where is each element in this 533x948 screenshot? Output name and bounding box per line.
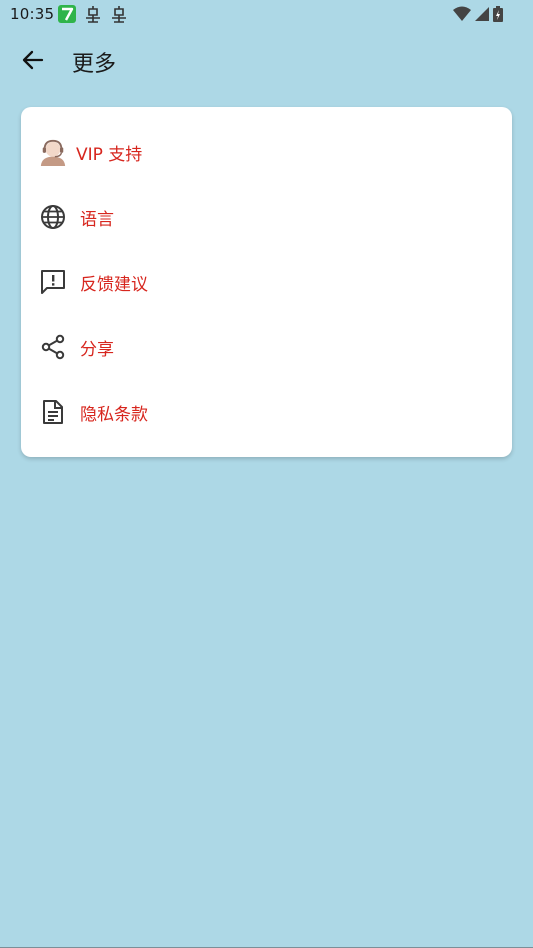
menu-item-label: VIP 支持 bbox=[76, 144, 143, 165]
menu-item-label: 反馈建议 bbox=[80, 274, 148, 295]
menu-item-share[interactable]: 分享 bbox=[21, 317, 512, 377]
support-agent-icon bbox=[39, 138, 67, 166]
toolbar: 更多 bbox=[0, 36, 533, 88]
menu-item-feedback[interactable]: 反馈建议 bbox=[21, 252, 512, 312]
status-time: 10:35 bbox=[10, 5, 55, 23]
app-badge-icon bbox=[58, 5, 76, 23]
menu-item-vip-support[interactable]: VIP 支持 bbox=[21, 122, 512, 182]
battery-icon bbox=[493, 6, 503, 26]
feedback-icon bbox=[39, 268, 67, 296]
status-bar: 10:35 bbox=[0, 0, 533, 30]
menu-item-language[interactable]: 语言 bbox=[21, 187, 512, 247]
menu-item-label: 语言 bbox=[80, 209, 114, 230]
bug-icon bbox=[110, 5, 128, 23]
menu-item-privacy-policy[interactable]: 隐私条款 bbox=[21, 382, 512, 442]
signal-icon bbox=[474, 6, 490, 26]
share-icon bbox=[39, 333, 67, 361]
menu-item-label: 分享 bbox=[80, 339, 114, 360]
document-icon bbox=[39, 398, 67, 426]
menu-card: VIP 支持 语言 反馈建议 分享 隐私条款 bbox=[21, 107, 512, 457]
bug-icon bbox=[84, 5, 102, 23]
arrow-left-icon bbox=[22, 50, 44, 74]
page-title: 更多 bbox=[72, 52, 117, 77]
wifi-icon bbox=[453, 6, 471, 26]
menu-item-label: 隐私条款 bbox=[80, 404, 148, 425]
back-button[interactable] bbox=[14, 44, 52, 80]
globe-icon bbox=[39, 203, 67, 231]
status-icons bbox=[453, 6, 503, 26]
